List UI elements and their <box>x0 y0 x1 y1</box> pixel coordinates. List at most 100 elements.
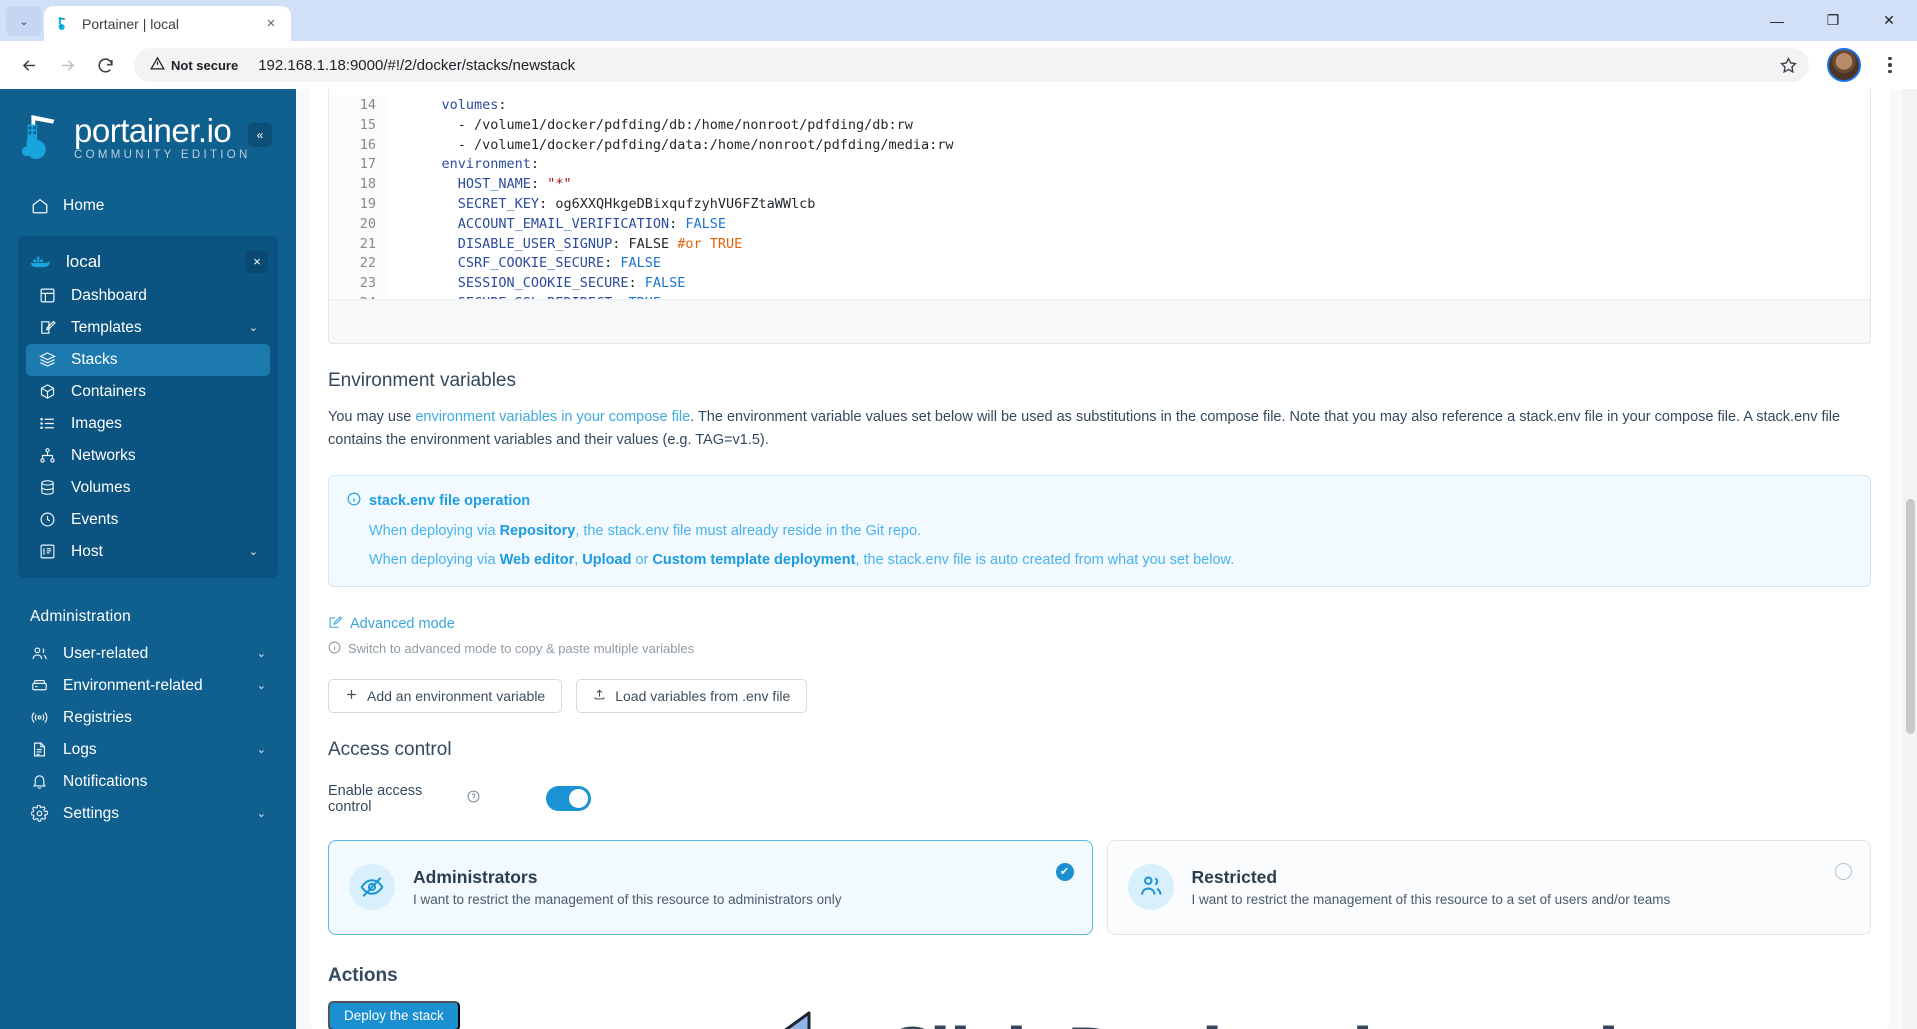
browser-tab[interactable]: Portainer | local × <box>44 6 291 41</box>
dashboard-icon <box>38 286 57 305</box>
editor-line[interactable]: HOST_NAME: "*" <box>409 175 1870 195</box>
load-env-file-button[interactable]: Load variables from .env file <box>576 678 808 713</box>
chevron-down-icon: ⌄ <box>256 680 266 692</box>
logs-icon <box>30 740 49 759</box>
add-environment-variable-button[interactable]: Add an environment variable <box>328 678 563 713</box>
sidebar-item-volumes[interactable]: Volumes <box>26 472 270 504</box>
enable-access-control-toggle[interactable] <box>546 786 591 812</box>
sidebar-item-user-related[interactable]: User-related ⌄ <box>18 638 278 670</box>
compose-env-vars-link[interactable]: environment variables in your compose fi… <box>415 409 690 425</box>
sidebar-item-environment-related[interactable]: Environment-related ⌄ <box>18 670 278 702</box>
stacks-icon <box>38 350 57 369</box>
code-token: : <box>669 215 686 232</box>
info-line1-part-c: , the stack.env file must already reside… <box>575 522 922 539</box>
code-token: : <box>530 176 548 193</box>
stack-form-card: 1415161718192021222324 volumes: - /volum… <box>310 89 1889 1029</box>
question-circle-icon[interactable] <box>467 790 480 807</box>
sidebar-item-networks[interactable]: Networks <box>26 440 270 472</box>
security-status-chip[interactable]: Not secure <box>138 51 248 79</box>
editor-line[interactable]: environment: <box>409 155 1870 175</box>
sidebar-environment-header[interactable]: local × <box>18 244 278 280</box>
code-token: : <box>604 255 621 272</box>
profile-avatar[interactable] <box>1827 48 1861 82</box>
chevron-down-icon: ⌄ <box>19 15 29 28</box>
sidebar-item-label: Dashboard <box>71 286 147 304</box>
info-line1-repository: Repository <box>499 522 576 539</box>
sidebar-item-label: User-related <box>63 644 149 662</box>
address-bar[interactable]: Not secure 192.168.1.18:9000/#!/2/docker… <box>134 48 1809 82</box>
url-text[interactable]: 192.168.1.18:9000/#!/2/docker/stacks/new… <box>248 57 1773 74</box>
sidebar-item-stacks[interactable]: Stacks <box>26 343 270 376</box>
info-box-title: stack.env file operation <box>369 492 531 509</box>
editor-line[interactable]: - /volume1/docker/pdfding/data:/home/non… <box>409 136 1870 156</box>
actions-title: Actions <box>328 964 398 986</box>
sidebar-item-registries[interactable]: Registries <box>18 702 278 734</box>
sidebar: portainer.io COMMUNITY EDITION « Home lo… <box>0 89 296 1029</box>
editor-line-number: 16 <box>359 136 376 153</box>
close-icon[interactable]: × <box>261 14 281 34</box>
editor-line[interactable]: - /volume1/docker/pdfding/db:/home/nonro… <box>409 116 1870 136</box>
tab-search-chevron-icon[interactable]: ⌄ <box>6 6 42 36</box>
advanced-mode-row: Advanced mode Switch to advanced mode to… <box>310 587 1889 657</box>
selected-check-icon: ✔ <box>1055 862 1074 881</box>
enable-access-control-text: Enable access control <box>328 782 423 815</box>
code-token: FALSE <box>685 215 727 232</box>
editor-line-number: 14 <box>359 97 376 113</box>
sidebar-item-notifications[interactable]: Notifications <box>18 766 278 798</box>
back-button[interactable] <box>12 48 46 82</box>
access-card-restricted[interactable]: Restricted I want to restrict the manage… <box>1106 839 1871 935</box>
code-token: TRUE <box>709 235 743 252</box>
minimize-button[interactable]: — <box>1749 0 1805 41</box>
environment-variables-description: You may use environment variables in you… <box>310 392 1889 453</box>
deploy-the-stack-button[interactable]: Deploy the stack <box>328 1000 460 1029</box>
bookmark-star-icon[interactable] <box>1773 50 1803 80</box>
compose-editor[interactable]: 1415161718192021222324 volumes: - /volum… <box>328 89 1871 344</box>
code-token: HOST_NAME <box>457 176 531 193</box>
editor-line[interactable]: CSRF_COOKIE_SECURE: FALSE <box>409 254 1870 274</box>
sidebar-item-templates[interactable]: Templates ⌄ <box>26 312 270 344</box>
close-icon[interactable]: × <box>246 250 268 273</box>
brand-logo-block[interactable]: portainer.io COMMUNITY EDITION « <box>0 89 296 162</box>
sidebar-item-images[interactable]: Images <box>26 408 270 440</box>
code-token: - /volume1/docker/pdfding/db:/home/nonro… <box>409 116 913 133</box>
page-scrollbar-thumb[interactable] <box>1906 499 1915 734</box>
sidebar-item-containers[interactable]: Containers <box>26 376 270 408</box>
editor-line[interactable]: ACCOUNT_EMAIL_VERIFICATION: FALSE <box>409 215 1870 235</box>
sidebar-item-events[interactable]: Events <box>26 504 270 536</box>
access-control-toggle-row: Enable access control <box>310 761 1889 815</box>
sidebar-item-settings[interactable]: Settings ⌄ <box>18 798 278 830</box>
browser-tab-strip: ⌄ Portainer | local × — ❐ ✕ <box>0 0 1917 41</box>
code-token: : <box>530 156 540 173</box>
sidebar-item-dashboard[interactable]: Dashboard <box>26 280 270 312</box>
sidebar-nav-home: Home <box>0 190 296 222</box>
editor-line[interactable]: volumes: <box>409 96 1870 116</box>
sidebar-item-label: Volumes <box>71 478 131 496</box>
sidebar-collapse-button[interactable]: « <box>248 123 272 147</box>
forward-button[interactable] <box>50 48 84 82</box>
access-card-administrators[interactable]: Administrators I want to restrict the ma… <box>328 839 1093 935</box>
info-box-title-row: stack.env file operation <box>347 492 1852 510</box>
editor-line[interactable]: SESSION_COOKIE_SECURE: FALSE <box>409 274 1870 294</box>
info-circle-icon <box>328 641 341 657</box>
upload-icon <box>593 687 606 705</box>
sidebar-item-home[interactable]: Home <box>18 190 278 222</box>
sidebar-item-label: Host <box>71 542 103 560</box>
brand-subtitle: COMMUNITY EDITION <box>74 149 251 161</box>
editor-code[interactable]: volumes: - /volume1/docker/pdfding/db:/h… <box>387 96 1870 314</box>
info-circle-icon <box>347 492 361 510</box>
info-line2-custom-template: Custom template deployment <box>652 551 856 568</box>
window-close-button[interactable]: ✕ <box>1861 0 1917 41</box>
page-scrollbar[interactable] <box>1903 89 1917 1029</box>
code-token: FALSE <box>644 275 686 292</box>
sidebar-item-logs[interactable]: Logs ⌄ <box>18 734 278 766</box>
editor-line-number: 18 <box>359 176 376 193</box>
maximize-button[interactable]: ❐ <box>1805 0 1861 41</box>
browser-menu-button[interactable] <box>1875 48 1905 82</box>
editor-line[interactable]: DISABLE_USER_SIGNUP: FALSE #or TRUE <box>409 235 1870 255</box>
advanced-mode-link[interactable]: Advanced mode <box>328 615 1889 633</box>
reload-button[interactable] <box>88 48 122 82</box>
editor-line-number: 15 <box>359 116 376 133</box>
sidebar-item-host[interactable]: Host ⌄ <box>26 536 270 568</box>
editor-line[interactable]: SECRET_KEY: og6XXQHkgeDBixqufzyhVU6FZtaW… <box>409 195 1870 215</box>
